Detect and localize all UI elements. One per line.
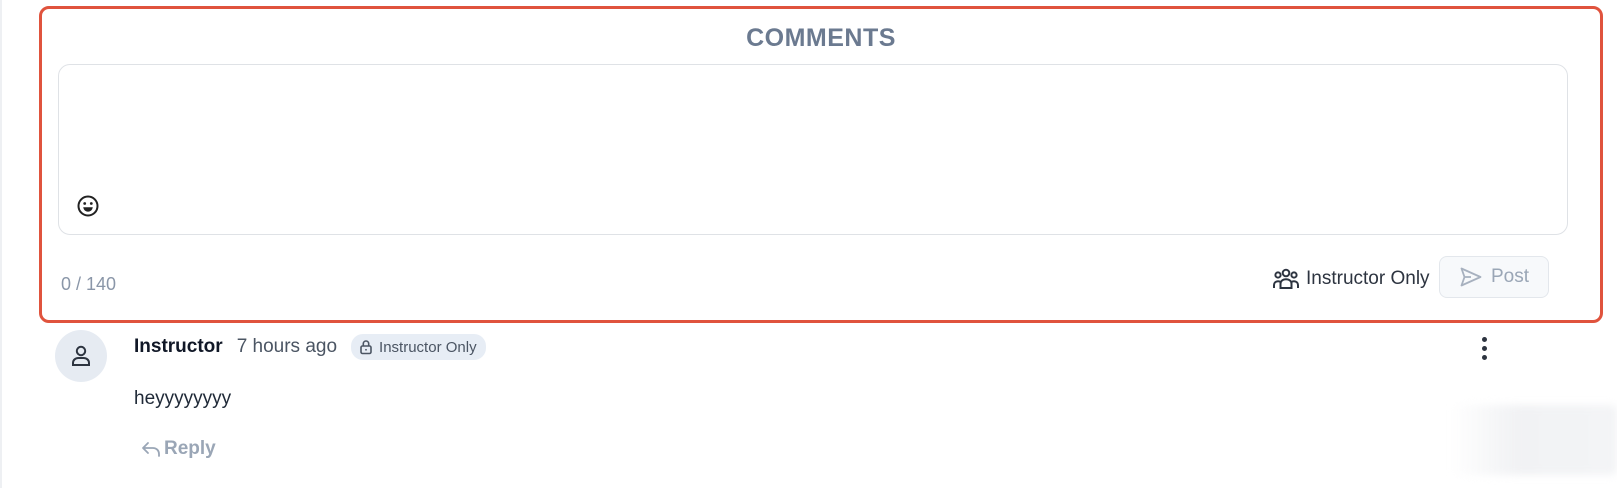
lock-icon — [360, 340, 372, 355]
comment-timestamp: 7 hours ago — [236, 336, 338, 357]
emoji-button[interactable] — [75, 193, 101, 219]
visibility-badge: Instructor Only — [351, 334, 486, 360]
blurred-overlay — [1450, 405, 1617, 475]
reply-button[interactable]: Reply — [140, 438, 216, 460]
send-icon — [1460, 267, 1482, 287]
avatar — [55, 330, 107, 382]
post-label: Post — [1490, 266, 1530, 287]
kebab-dot — [1481, 345, 1487, 351]
visibility-label: Instructor Only — [1306, 268, 1430, 289]
visibility-selector[interactable]: Instructor Only — [1272, 268, 1430, 290]
smiley-icon — [77, 195, 99, 217]
kebab-dot — [1481, 354, 1487, 360]
character-counter: 0 / 140 — [61, 274, 117, 294]
user-icon — [72, 345, 90, 366]
comment-item: Instructor 7 hours ago Instructor Only h… — [55, 328, 1505, 488]
reply-label: Reply — [164, 438, 216, 459]
comment-editor[interactable] — [58, 64, 1568, 235]
comment-input[interactable] — [73, 75, 1553, 185]
comment-header: Instructor 7 hours ago Instructor Only — [134, 334, 486, 360]
comments-composer: COMMENTS 0 / 140 Instructor Only Post — [39, 6, 1603, 323]
reply-arrow-icon — [142, 442, 160, 457]
page-edge — [0, 0, 2, 488]
kebab-dot — [1481, 336, 1487, 342]
comment-text: heyyyyyyyy — [134, 388, 232, 409]
users-icon — [1273, 268, 1299, 289]
comments-title: COMMENTS — [746, 24, 896, 52]
visibility-badge-label: Instructor Only — [379, 338, 477, 356]
more-options-button[interactable] — [1472, 334, 1496, 362]
comment-author: Instructor — [134, 336, 223, 357]
post-button[interactable]: Post — [1439, 256, 1549, 298]
